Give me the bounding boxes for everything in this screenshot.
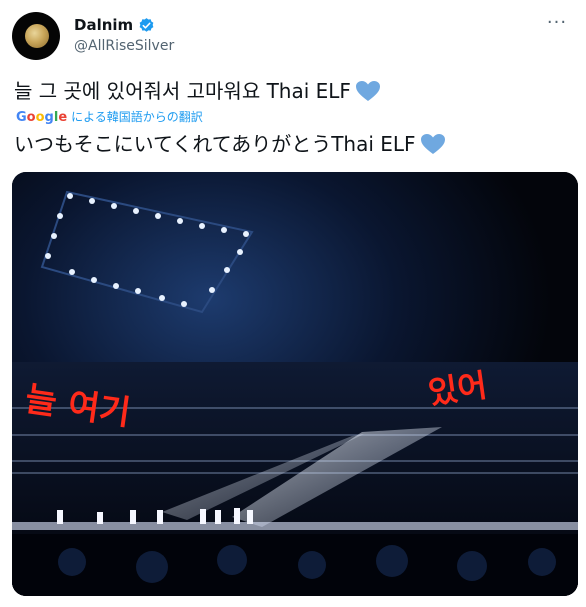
concert-photo-icon: 늘 여기 있어 xyxy=(12,172,578,596)
translated-by-google[interactable]: Google による韓国語からの翻訳 xyxy=(16,108,203,126)
avatar[interactable] xyxy=(12,12,60,60)
tweet-text: 늘 그 곳에 있어줘서 고마워요 Thai ELF xyxy=(14,78,381,104)
user-handle[interactable]: @AllRiseSilver xyxy=(74,38,174,54)
translated-text-content: いつもそこにいてくれてありがとうThai ELF xyxy=(14,132,416,156)
tweet-text-content: 늘 그 곳에 있어줘서 고마워요 Thai ELF xyxy=(14,79,351,103)
translated-text: いつもそこにいてくれてありがとうThai ELF xyxy=(14,131,446,157)
blue-heart-icon xyxy=(355,81,380,101)
translated-by-label: による韓国語からの翻訳 xyxy=(71,110,203,124)
display-name[interactable]: Dalnim xyxy=(74,16,133,34)
banner-text-right: 있어 xyxy=(426,366,490,412)
more-options-icon[interactable]: ··· xyxy=(544,14,570,36)
google-logo: Google xyxy=(16,110,68,125)
blue-heart-icon xyxy=(420,134,445,154)
tweet-header: Dalnim @AllRiseSilver ··· xyxy=(12,12,574,64)
verified-badge-icon xyxy=(139,18,154,32)
tweet-media-photo[interactable]: 늘 여기 있어 xyxy=(12,172,578,596)
moon-avatar-icon xyxy=(25,24,49,48)
